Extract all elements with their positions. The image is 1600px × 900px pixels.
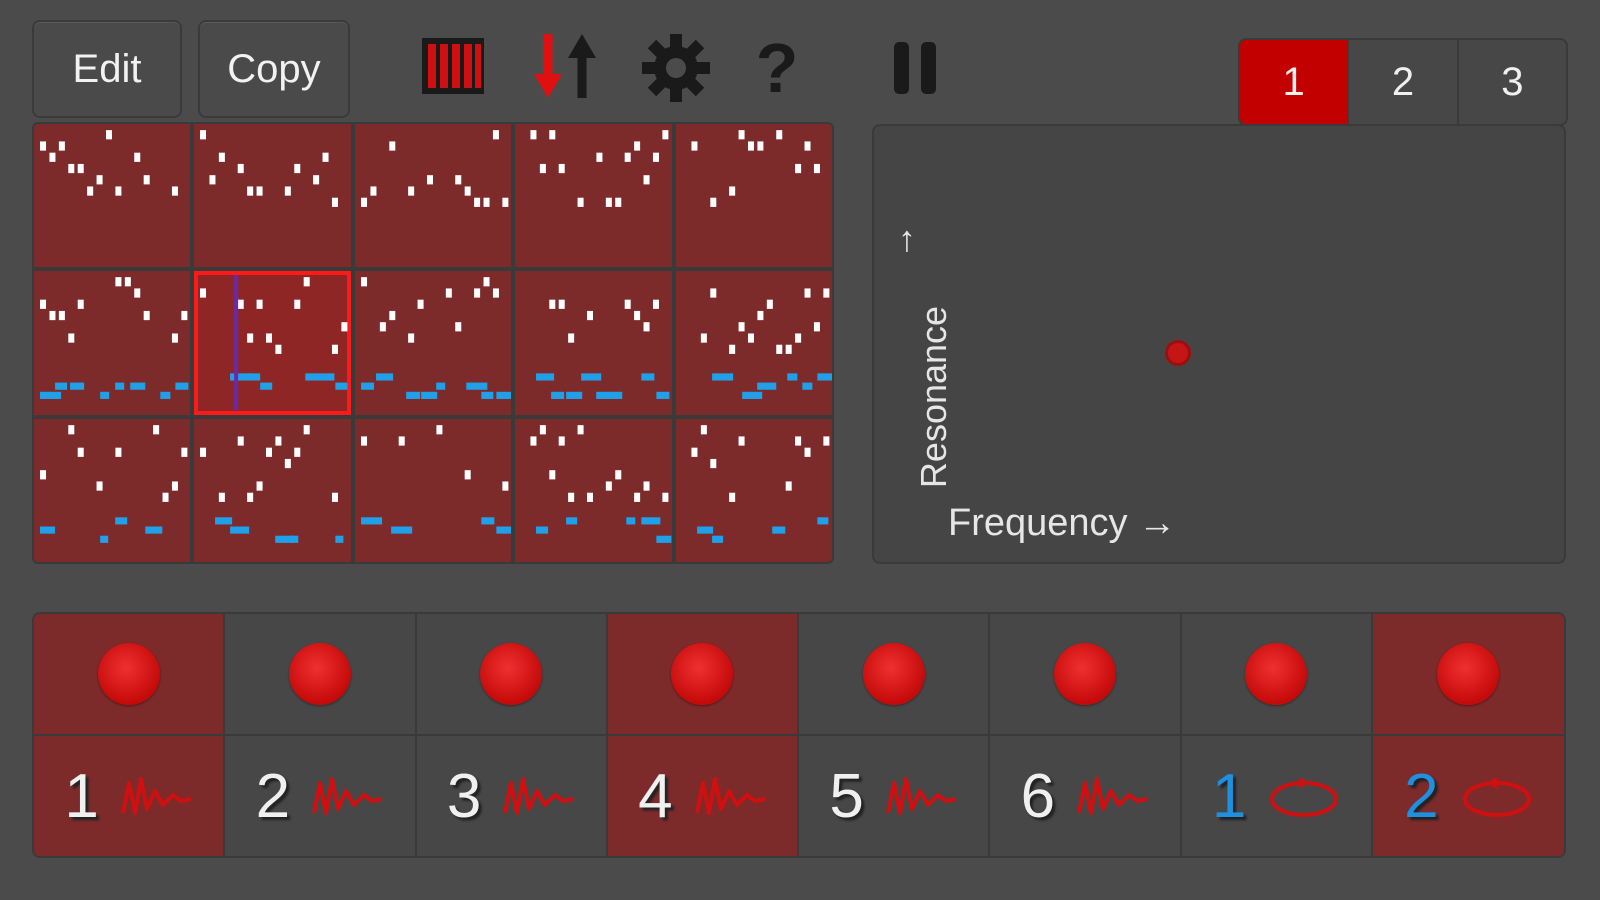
tab-3[interactable]: 3 [1459, 40, 1566, 124]
waveform-icon [503, 777, 574, 815]
sound-pad[interactable]: 1 [1181, 614, 1373, 856]
filter-xy-pad[interactable]: ↑ Resonance Frequency → [872, 124, 1566, 564]
waveform-icon [1077, 777, 1148, 815]
waveform-icon [885, 777, 957, 815]
pad-number: 5 [829, 761, 864, 831]
pattern-cell[interactable] [675, 124, 832, 268]
pattern-cell[interactable] [515, 124, 672, 268]
sound-pad[interactable]: 3 [416, 614, 608, 856]
pattern-cell[interactable] [34, 271, 191, 415]
pad-led [480, 643, 543, 705]
pattern-grid [32, 122, 834, 564]
pause-icon[interactable] [892, 40, 940, 96]
pattern-cell[interactable] [34, 418, 191, 562]
tab-2[interactable]: 2 [1349, 40, 1459, 124]
pattern-cell[interactable] [354, 271, 512, 415]
pad-led [1053, 643, 1116, 705]
sound-pad[interactable]: 2 [1372, 614, 1564, 856]
sound-pad[interactable]: 2 [225, 614, 417, 856]
pattern-cell[interactable] [515, 418, 672, 562]
y-axis-label: Resonance [913, 305, 954, 489]
up-down-arrows-icon[interactable] [528, 28, 604, 104]
sound-pad[interactable]: 6 [990, 614, 1182, 856]
pad-led [671, 643, 734, 705]
pattern-cell[interactable] [194, 271, 351, 415]
sound-pad[interactable]: 5 [799, 614, 991, 856]
pattern-cell[interactable] [194, 124, 351, 268]
pattern-cell[interactable] [354, 124, 512, 268]
pattern-cell[interactable] [194, 418, 351, 562]
xy-position-marker[interactable] [1164, 339, 1191, 366]
pattern-cell[interactable] [515, 271, 672, 415]
waveform-icon [120, 777, 192, 815]
pad-led [1437, 643, 1500, 705]
pattern-cell[interactable] [675, 271, 832, 415]
copy-button[interactable]: Copy [198, 20, 350, 118]
sound-pad[interactable]: 1 [34, 614, 226, 856]
pad-number: 2 [255, 761, 291, 831]
pad-led [288, 643, 351, 705]
pad-number: 4 [638, 761, 673, 831]
pad-led [97, 643, 160, 705]
pad-led [862, 643, 925, 705]
pattern-cell[interactable] [675, 418, 832, 562]
loop-icon [1270, 777, 1339, 817]
tab-1[interactable]: 1 [1240, 40, 1350, 124]
sound-pad[interactable]: 4 [607, 614, 799, 856]
pad-led [1245, 643, 1308, 705]
help-icon[interactable]: ? [756, 29, 799, 107]
x-axis-label: Frequency → [948, 502, 1177, 544]
pad-number: 2 [1404, 761, 1439, 831]
pattern-cell[interactable] [34, 124, 191, 268]
pattern-cell[interactable] [354, 418, 512, 562]
bank-tabs: 1 2 3 [1238, 38, 1568, 126]
edit-button[interactable]: Edit [32, 20, 182, 118]
sound-pads: 1 2 3 4 5 6 1 2 [32, 612, 1566, 858]
pad-number: 3 [446, 761, 482, 831]
loop-icon [1462, 777, 1531, 817]
gear-icon[interactable] [640, 32, 712, 104]
pad-number: 1 [64, 761, 99, 831]
pad-number: 1 [1211, 761, 1247, 831]
pad-number: 6 [1020, 761, 1056, 831]
waveform-icon [312, 777, 383, 815]
y-axis-arrow: ↑ [898, 218, 916, 259]
waveform-icon [694, 777, 766, 815]
keyboard-icon[interactable] [420, 36, 486, 96]
